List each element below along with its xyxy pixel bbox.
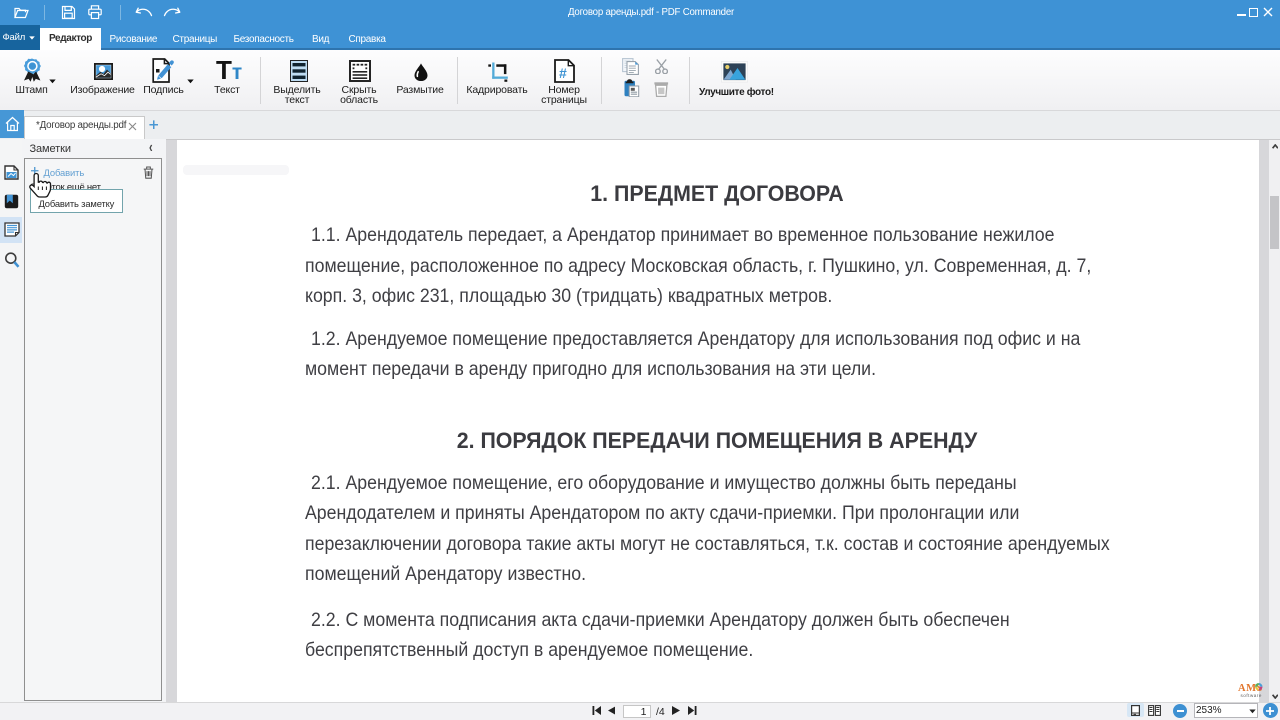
svg-text:#: # [559,65,567,81]
